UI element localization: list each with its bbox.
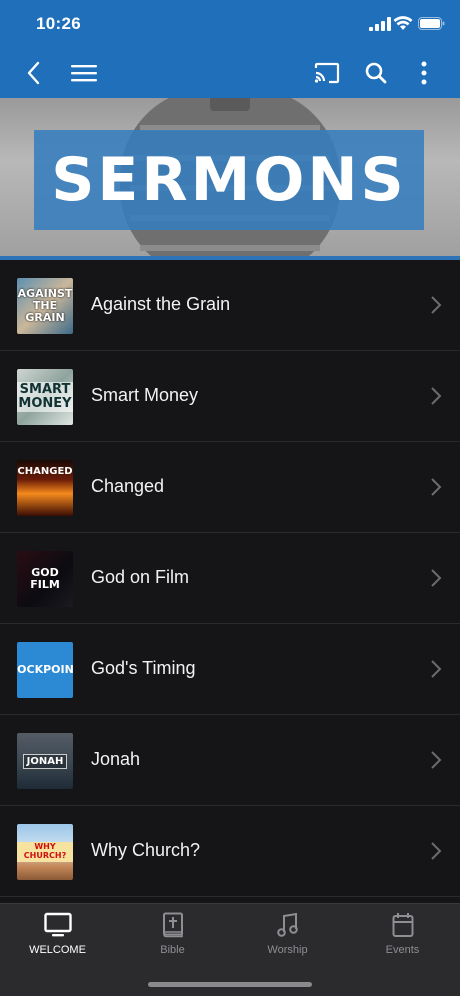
sermon-title: Against the Grain: [91, 294, 231, 314]
tab-label: Bible: [160, 944, 185, 956]
sermon-title: Changed: [91, 476, 165, 496]
sermon-thumbnail: WHY CHURCH?: [17, 824, 73, 880]
tab-label: Events: [385, 944, 420, 956]
tab-label: WELCOME: [29, 944, 86, 956]
sermon-row-god-on-film[interactable]: GOD FILM God on Film: [0, 533, 460, 624]
sermon-title: Why Church?: [91, 840, 201, 860]
status-bar: 10:26: [0, 0, 460, 50]
sermon-row-why-church[interactable]: WHY CHURCH? Why Church?: [0, 806, 460, 897]
sermon-row-smart-money[interactable]: SMART MONEY Smart Money: [0, 351, 460, 442]
chevron-left-icon: [27, 61, 40, 85]
tab-welcome[interactable]: WELCOME: [0, 912, 115, 964]
sermon-title: God's Timing: [91, 658, 196, 678]
battery-icon: [418, 17, 445, 30]
chevron-right-icon: [431, 478, 442, 496]
sermon-thumbnail: CHANGED: [17, 460, 73, 516]
home-indicator[interactable]: [148, 982, 312, 987]
banner-title-box: SERMONS: [34, 130, 424, 230]
search-button[interactable]: [359, 56, 393, 90]
tab-label: Worship: [267, 944, 308, 956]
hamburger-icon: [71, 65, 97, 82]
chevron-right-icon: [431, 569, 442, 587]
sermon-thumbnail: GOD FILM: [17, 551, 73, 607]
sermon-thumbnail: JONAH: [17, 733, 73, 789]
more-options-button[interactable]: [407, 56, 441, 90]
sermon-title: Jonah: [91, 749, 141, 769]
sermon-thumbnail: AGAINST THE GRAIN: [17, 278, 73, 334]
chevron-right-icon: [431, 296, 442, 314]
sermons-banner: SERMONS: [0, 98, 460, 256]
music-note-icon: [276, 912, 298, 937]
chevron-right-icon: [431, 842, 442, 860]
banner-title: SERMONS: [51, 145, 407, 215]
search-icon: [365, 62, 387, 84]
sermon-row-against-the-grain[interactable]: AGAINST THE GRAIN Against the Grain: [0, 260, 460, 351]
wifi-icon: [393, 16, 413, 30]
chevron-right-icon: [431, 387, 442, 405]
chevron-right-icon: [431, 751, 442, 769]
sermon-thumbnail: SMART MONEY: [17, 369, 73, 425]
app-header: 10:26: [0, 0, 460, 98]
sermon-row-changed[interactable]: CHANGED Changed: [0, 442, 460, 533]
sermon-title: God on Film: [91, 567, 190, 587]
tab-events[interactable]: Events: [345, 912, 460, 964]
cast-button[interactable]: [310, 56, 344, 90]
tv-icon: [43, 912, 72, 937]
more-vertical-icon: [421, 61, 427, 85]
chevron-right-icon: [431, 660, 442, 678]
bible-icon: [162, 912, 183, 938]
tab-bible[interactable]: Bible: [115, 912, 230, 964]
sermon-row-jonah[interactable]: JONAH Jonah: [0, 715, 460, 806]
sermon-list: AGAINST THE GRAIN Against the Grain SMAR…: [0, 260, 460, 897]
calendar-icon: [392, 913, 413, 937]
menu-button[interactable]: [67, 56, 101, 90]
cellular-signal-icon: [369, 17, 391, 31]
status-time: 10:26: [36, 14, 81, 33]
sermon-thumbnail: ROCKPOINT: [17, 642, 73, 698]
tab-worship[interactable]: Worship: [230, 912, 345, 964]
sermon-row-gods-timing[interactable]: ROCKPOINT God's Timing: [0, 624, 460, 715]
back-button[interactable]: [17, 56, 51, 90]
sermon-title: Smart Money: [91, 385, 199, 405]
cast-icon: [314, 62, 340, 84]
